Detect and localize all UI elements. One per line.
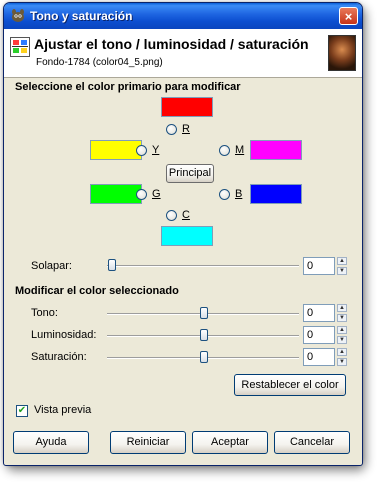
radio-y[interactable] — [136, 145, 147, 156]
overlap-value[interactable]: 0 — [303, 257, 335, 275]
swatch-green[interactable] — [90, 184, 142, 204]
overlap-track[interactable] — [107, 265, 299, 267]
accept-label: Aceptar — [211, 436, 249, 448]
image-name: Fondo-1784 (color04_5.png) — [36, 57, 163, 68]
lightness-spinner[interactable]: ▲ ▼ — [337, 326, 347, 344]
close-button[interactable]: × — [339, 7, 358, 25]
window-title: Tono y saturación — [30, 9, 133, 23]
close-icon: × — [344, 9, 353, 24]
lightness-handle[interactable] — [199, 329, 208, 341]
gimp-app-icon — [12, 9, 24, 22]
overlap-handle[interactable] — [108, 259, 116, 271]
label-r: R — [182, 123, 190, 135]
checkmark-icon: ✔ — [17, 405, 27, 416]
reset-color-label: Restablecer el color — [241, 379, 339, 391]
spin-up-icon[interactable]: ▲ — [337, 348, 347, 356]
swatch-blue[interactable] — [250, 184, 302, 204]
overlap-label: Solapar: — [31, 260, 72, 272]
overlap-spinner[interactable]: ▲ ▼ — [337, 257, 347, 275]
spin-down-icon[interactable]: ▼ — [337, 314, 347, 322]
tone-handle[interactable] — [199, 307, 208, 319]
help-button[interactable]: Ayuda — [13, 431, 89, 454]
cancel-button[interactable]: Cancelar — [274, 431, 350, 454]
swatch-red[interactable] — [161, 97, 213, 117]
spin-up-icon[interactable]: ▲ — [337, 304, 347, 312]
label-g: G — [152, 188, 161, 200]
dialog-heading: Ajustar el tono / luminosidad / saturaci… — [34, 36, 309, 52]
saturation-spinner[interactable]: ▲ ▼ — [337, 348, 347, 366]
saturation-label: Saturación: — [31, 351, 87, 363]
primary-color-heading: Seleccione el color primario para modifi… — [15, 81, 241, 93]
principal-label: Principal — [168, 167, 212, 179]
tone-value[interactable]: 0 — [303, 304, 335, 322]
title-bar[interactable]: Tono y saturación × — [4, 3, 362, 29]
tone-spinner[interactable]: ▲ ▼ — [337, 304, 347, 322]
swatch-yellow[interactable] — [90, 140, 142, 160]
spin-up-icon[interactable]: ▲ — [337, 257, 347, 265]
radio-c[interactable] — [166, 210, 177, 221]
preview-checkbox[interactable]: ✔ — [16, 405, 28, 417]
label-m: M — [235, 144, 245, 156]
saturation-value[interactable]: 0 — [303, 348, 335, 366]
spin-up-icon[interactable]: ▲ — [337, 326, 347, 334]
principal-button[interactable]: Principal — [166, 164, 214, 183]
radio-b[interactable] — [219, 189, 230, 200]
spin-down-icon[interactable]: ▼ — [337, 358, 347, 366]
label-b: B — [235, 188, 243, 200]
label-c: C — [182, 209, 190, 221]
spin-down-icon[interactable]: ▼ — [337, 267, 347, 275]
accept-button[interactable]: Aceptar — [192, 431, 268, 454]
lightness-value[interactable]: 0 — [303, 326, 335, 344]
reset-color-button[interactable]: Restablecer el color — [234, 374, 346, 396]
hue-saturation-dialog: Tono y saturación × Ajustar el tono / lu… — [3, 2, 363, 466]
preview-label: Vista previa — [34, 404, 92, 416]
radio-m[interactable] — [219, 145, 230, 156]
radio-r[interactable] — [166, 124, 177, 135]
spin-down-icon[interactable]: ▼ — [337, 336, 347, 344]
saturation-handle[interactable] — [199, 351, 208, 363]
tone-label: Tono: — [31, 307, 58, 319]
swatch-cyan[interactable] — [161, 226, 213, 246]
cancel-label: Cancelar — [289, 436, 335, 448]
modify-color-heading: Modificar el color seleccionado — [15, 285, 179, 297]
reset-button[interactable]: Reiniciar — [110, 431, 186, 454]
label-y: Y — [152, 144, 160, 156]
help-label: Ayuda — [35, 436, 67, 448]
reset-label: Reiniciar — [126, 436, 170, 448]
dialog-header: Ajustar el tono / luminosidad / saturaci… — [4, 29, 362, 78]
lightness-label: Luminosidad: — [31, 329, 97, 341]
swatch-magenta[interactable] — [250, 140, 302, 160]
radio-g[interactable] — [136, 189, 147, 200]
image-thumbnail — [328, 35, 356, 71]
hue-saturation-icon — [10, 37, 30, 57]
